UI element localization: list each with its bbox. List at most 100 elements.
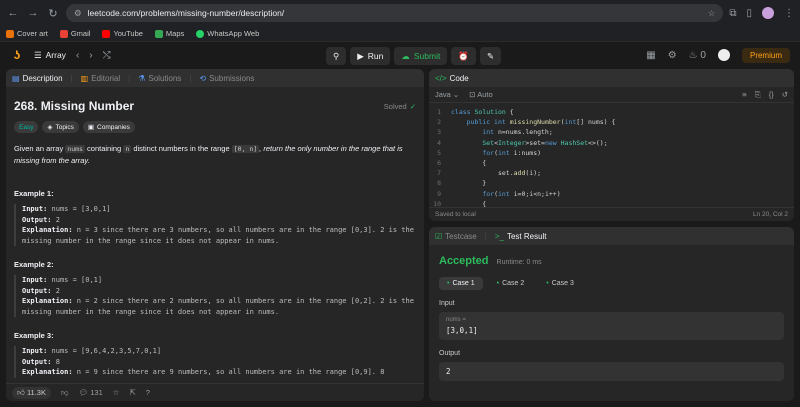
back-icon[interactable]: ← bbox=[6, 6, 20, 20]
prev-problem-icon[interactable]: ‹ bbox=[76, 50, 79, 61]
layout-icon[interactable]: ▦ bbox=[646, 50, 655, 61]
user-avatar[interactable] bbox=[717, 49, 730, 61]
input-key: nums = bbox=[446, 317, 466, 323]
bookmarks-bar: Cover art Gmail YouTube Maps WhatsApp We… bbox=[0, 26, 800, 42]
example-title: Example 2: bbox=[14, 260, 54, 269]
case-tab-3[interactable]: • Case 3 bbox=[538, 277, 582, 290]
tab-description[interactable]: ▤ Description bbox=[12, 74, 63, 83]
problem-title[interactable]: 268. Missing Number bbox=[14, 99, 134, 113]
document-icon: ▤ bbox=[12, 73, 20, 83]
share-icon[interactable]: ⇱ bbox=[129, 388, 135, 397]
building-icon: ▣ bbox=[87, 124, 95, 131]
menu-icon[interactable]: ⋮ bbox=[784, 8, 794, 19]
format-icon[interactable]: ≡ bbox=[742, 90, 746, 100]
bookmark-icon[interactable]: ⎘ bbox=[755, 90, 761, 100]
timer-icon[interactable]: ⏰ bbox=[451, 47, 476, 65]
output-value: 2 bbox=[446, 367, 451, 376]
help-icon[interactable]: ? bbox=[146, 388, 150, 397]
tab-editorial[interactable]: ▥ Editorial bbox=[81, 74, 120, 83]
star-icon[interactable]: ☆ bbox=[708, 8, 716, 19]
code-panel: </> Code Java ⌄ ⊡ Auto ≡ ⎘ {} ↺ 1 class So… bbox=[429, 69, 794, 221]
input-box: nums = [3,0,1] bbox=[439, 312, 784, 340]
dislike-icon[interactable]: 👎︎ bbox=[61, 388, 69, 398]
address-bar[interactable]: ⚙ leetcode.com/problems/missing-number/d… bbox=[66, 4, 724, 22]
auto-mode-toggle[interactable]: ⊡ Auto bbox=[469, 90, 492, 99]
cloud-upload-icon: ☁ bbox=[401, 50, 410, 61]
extensions-icon[interactable]: ⧉ bbox=[729, 8, 736, 19]
bookmark-youtube[interactable]: YouTube bbox=[102, 29, 143, 38]
output-label: Output bbox=[439, 350, 461, 357]
run-toolbar: ⚲ ▶ Run ☁ Submit ⏰ ✎ bbox=[326, 47, 502, 65]
history-icon: ⟲ bbox=[199, 73, 207, 83]
site-info-icon[interactable]: ⚙ bbox=[74, 8, 82, 19]
code-icon: </> bbox=[435, 73, 447, 83]
checkbox-icon: ☑ bbox=[435, 231, 443, 241]
case-tab-1[interactable]: • Case 1 bbox=[439, 277, 483, 290]
example-block: Input: nums = [3,0,1] Output: 2 Explanat… bbox=[14, 204, 416, 246]
forward-icon[interactable]: → bbox=[26, 6, 40, 20]
topics-chip[interactable]: ◈ Topics bbox=[42, 121, 79, 133]
bookmark-whatsapp[interactable]: WhatsApp Web bbox=[196, 29, 259, 38]
code-panel-header: </> Code bbox=[429, 69, 794, 87]
reload-icon[interactable]: ↻ bbox=[46, 6, 60, 20]
save-status: Saved to local bbox=[435, 211, 476, 218]
reset-icon[interactable]: ↺ bbox=[782, 90, 788, 100]
debug-button[interactable]: ⚲ bbox=[326, 47, 347, 65]
companies-chip[interactable]: ▣ Companies bbox=[82, 121, 135, 133]
gear-icon[interactable]: ⚙ bbox=[668, 50, 677, 61]
shuffle-icon[interactable]: ⤭ bbox=[103, 50, 111, 61]
difficulty-badge: Easy bbox=[14, 121, 39, 133]
result-body: Accepted Runtime: 0 ms • Case 1 • Case 2 •… bbox=[429, 245, 794, 391]
tab-solutions[interactable]: ⚗ Solutions bbox=[138, 74, 181, 83]
result-status: Accepted bbox=[439, 255, 489, 267]
code-toolbar: Java ⌄ ⊡ Auto ≡ ⎘ {} ↺ bbox=[429, 87, 794, 103]
result-panel: ☑ Testcase | >_ Test Result Accepted Runti… bbox=[429, 227, 794, 401]
streak-counter[interactable]: ♨ 0 bbox=[689, 50, 706, 61]
leetcode-logo-icon[interactable]: ʖ bbox=[10, 48, 24, 62]
bookmark-cover-art[interactable]: Cover art bbox=[6, 29, 48, 38]
code-editor[interactable]: 1 class Solution { 2 public int missingNu… bbox=[429, 103, 794, 209]
run-button[interactable]: ▶ Run bbox=[350, 47, 391, 65]
play-icon: ▶ bbox=[357, 50, 364, 61]
tab-submissions[interactable]: ⟲ Submissions bbox=[199, 74, 254, 83]
check-circle-icon: ✓ bbox=[409, 101, 416, 111]
lock-icon: ⊡ bbox=[469, 90, 476, 99]
runtime-text: Runtime: 0 ms bbox=[496, 259, 542, 266]
next-problem-icon[interactable]: › bbox=[89, 50, 92, 61]
solved-status: Solved ✓ bbox=[383, 101, 416, 111]
comment-icon: 💬︎ bbox=[78, 388, 89, 397]
tab-test-result[interactable]: >_ Test Result bbox=[495, 232, 547, 241]
problem-description: 268. Missing Number Solved ✓ Easy ◈ Topics… bbox=[6, 87, 424, 379]
example-title: Example 1: bbox=[14, 189, 54, 198]
description-tabs: ▤ Description | ▥ Editorial | ⚗ Solutions |… bbox=[6, 69, 424, 87]
star-icon[interactable]: ☆ bbox=[113, 388, 120, 397]
submit-button[interactable]: ☁ Submit bbox=[394, 47, 448, 65]
bookmark-gmail[interactable]: Gmail bbox=[59, 29, 90, 38]
output-box: 2 bbox=[439, 362, 784, 381]
problem-list-button[interactable]: ☰ Array bbox=[34, 50, 66, 61]
profile-avatar[interactable] bbox=[762, 7, 774, 19]
flask-icon: ⚗ bbox=[138, 73, 146, 83]
problem-statement: Given an array nums containing n distinc… bbox=[14, 144, 403, 165]
sidepanel-icon[interactable]: ▯ bbox=[746, 8, 752, 19]
description-panel: ▤ Description | ▥ Editorial | ⚗ Solutions |… bbox=[6, 69, 424, 401]
tag-icon: ◈ bbox=[47, 124, 53, 131]
bookmark-maps[interactable]: Maps bbox=[154, 29, 184, 38]
comments-button[interactable]: 💬︎ 131 bbox=[79, 388, 103, 397]
tab-testcase[interactable]: ☑ Testcase bbox=[435, 232, 477, 241]
list-icon: ☰ bbox=[34, 49, 42, 60]
result-tabs: ☑ Testcase | >_ Test Result bbox=[429, 227, 794, 245]
example-block: Input: nums = [0,1] Output: 2 Explanatio… bbox=[14, 275, 416, 317]
like-button[interactable]: 👍︎ 11.3K bbox=[12, 386, 51, 399]
notes-icon[interactable]: ✎ bbox=[479, 47, 502, 65]
premium-button[interactable]: Premium bbox=[741, 47, 790, 63]
editor-status-bar: Saved to local Ln 20, Col 2 bbox=[429, 207, 794, 221]
browser-toolbar: ← → ↻ ⚙ leetcode.com/problems/missing-nu… bbox=[0, 0, 800, 26]
language-select[interactable]: Java ⌄ bbox=[435, 90, 459, 99]
tab-code[interactable]: </> Code bbox=[435, 74, 469, 83]
cursor-position: Ln 20, Col 2 bbox=[752, 211, 788, 218]
case-tab-2[interactable]: • Case 2 bbox=[489, 277, 533, 290]
input-value: [3,0,1] bbox=[446, 326, 478, 335]
braces-icon[interactable]: {} bbox=[769, 90, 774, 100]
description-footer: 👍︎ 11.3K 👎︎ 💬︎ 131 ☆ ⇱ ? bbox=[6, 383, 424, 401]
